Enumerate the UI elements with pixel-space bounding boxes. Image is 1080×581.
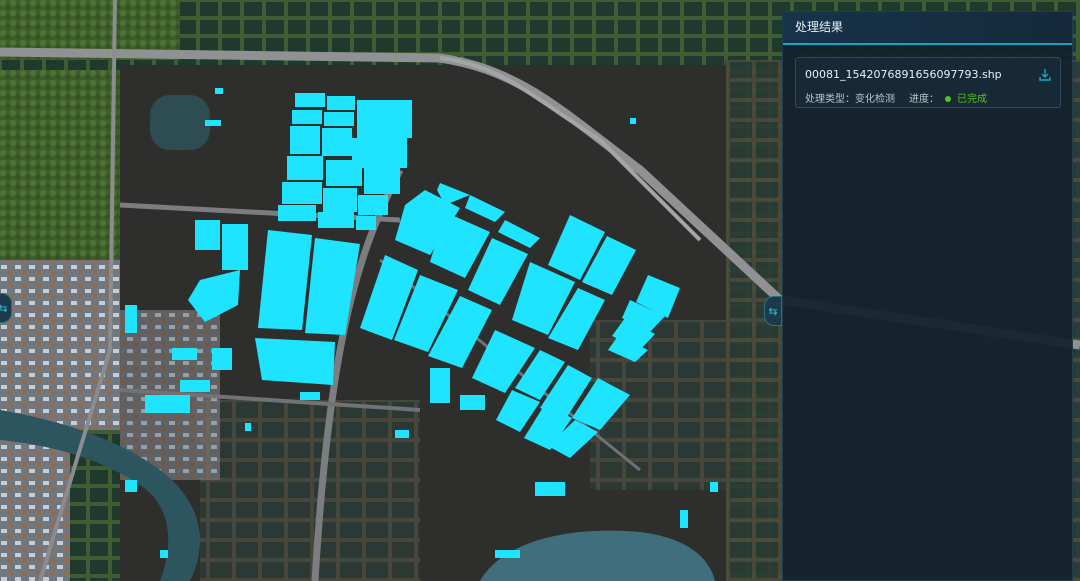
result-item[interactable]: 00081_1542076891656097793.shp 处理类型：变化检测 进… [795, 57, 1061, 108]
results-panel: 处理结果 00081_1542076891656097793.shp 处理类型：… [782, 11, 1073, 581]
pond-north [150, 95, 210, 150]
result-meta: 处理类型：变化检测 进度： 已完成 [805, 90, 987, 105]
app-root: ⇆ ⇆ 处理结果 00081_1542076891656097793.shp 处… [0, 0, 1080, 581]
left-collapse-handle[interactable]: ⇆ [0, 293, 12, 323]
type-label: 处理类型： [805, 94, 855, 105]
download-icon[interactable] [1038, 68, 1052, 82]
progress-label: 进度： [909, 94, 939, 105]
processed-ponds-south [200, 400, 420, 581]
panel-title: 处理结果 [795, 20, 844, 34]
map-forest-west [0, 70, 120, 260]
map-city-southwest [0, 430, 70, 581]
collapse-icon: ⇆ [0, 302, 8, 315]
type-value: 变化检测 [855, 94, 895, 105]
status-dot [945, 95, 951, 102]
collapse-icon: ⇆ [768, 305, 778, 318]
panel-header: 处理结果 [783, 12, 1072, 45]
map-city-west [0, 260, 120, 430]
panel-collapse-handle[interactable]: ⇆ [764, 296, 782, 326]
status-text: 已完成 [957, 94, 987, 105]
result-file-name: 00081_1542076891656097793.shp [805, 68, 1002, 81]
